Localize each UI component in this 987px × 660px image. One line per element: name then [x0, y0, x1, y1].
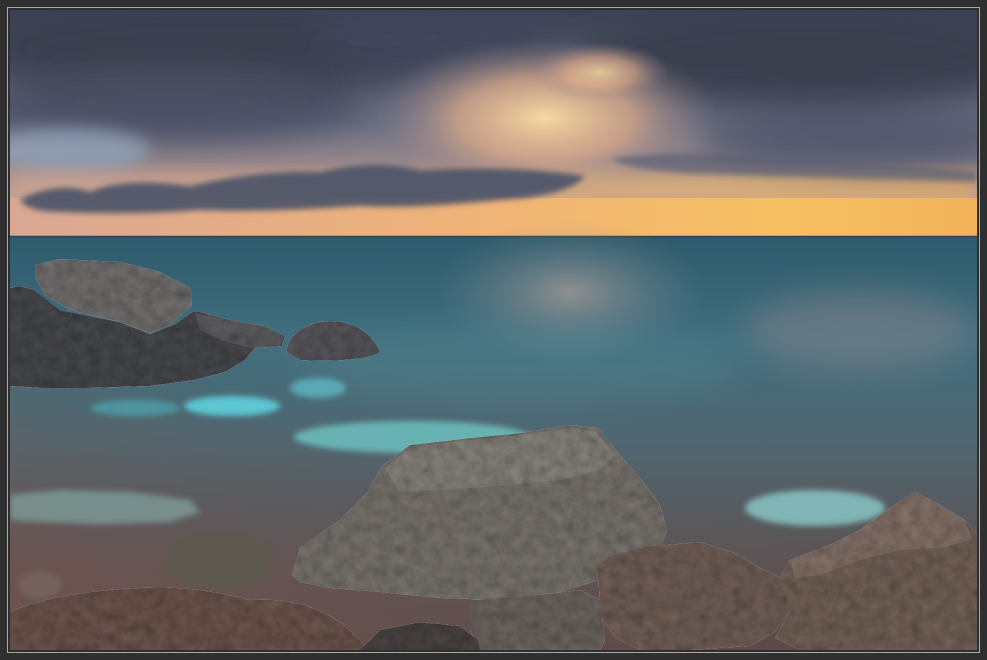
turquoise-patch-left	[184, 396, 280, 416]
sun-gap-glow-upper	[530, 42, 670, 102]
pink-reflection-right	[745, 290, 975, 370]
photo	[10, 10, 977, 650]
submerged-rock-faint	[18, 571, 62, 599]
central-rock-foot	[470, 590, 605, 650]
seascape-photo	[0, 0, 987, 660]
turquoise-patch-small	[290, 378, 346, 398]
turquoise-patch-far-left	[90, 400, 180, 416]
turquoise-patch-right	[745, 490, 885, 526]
